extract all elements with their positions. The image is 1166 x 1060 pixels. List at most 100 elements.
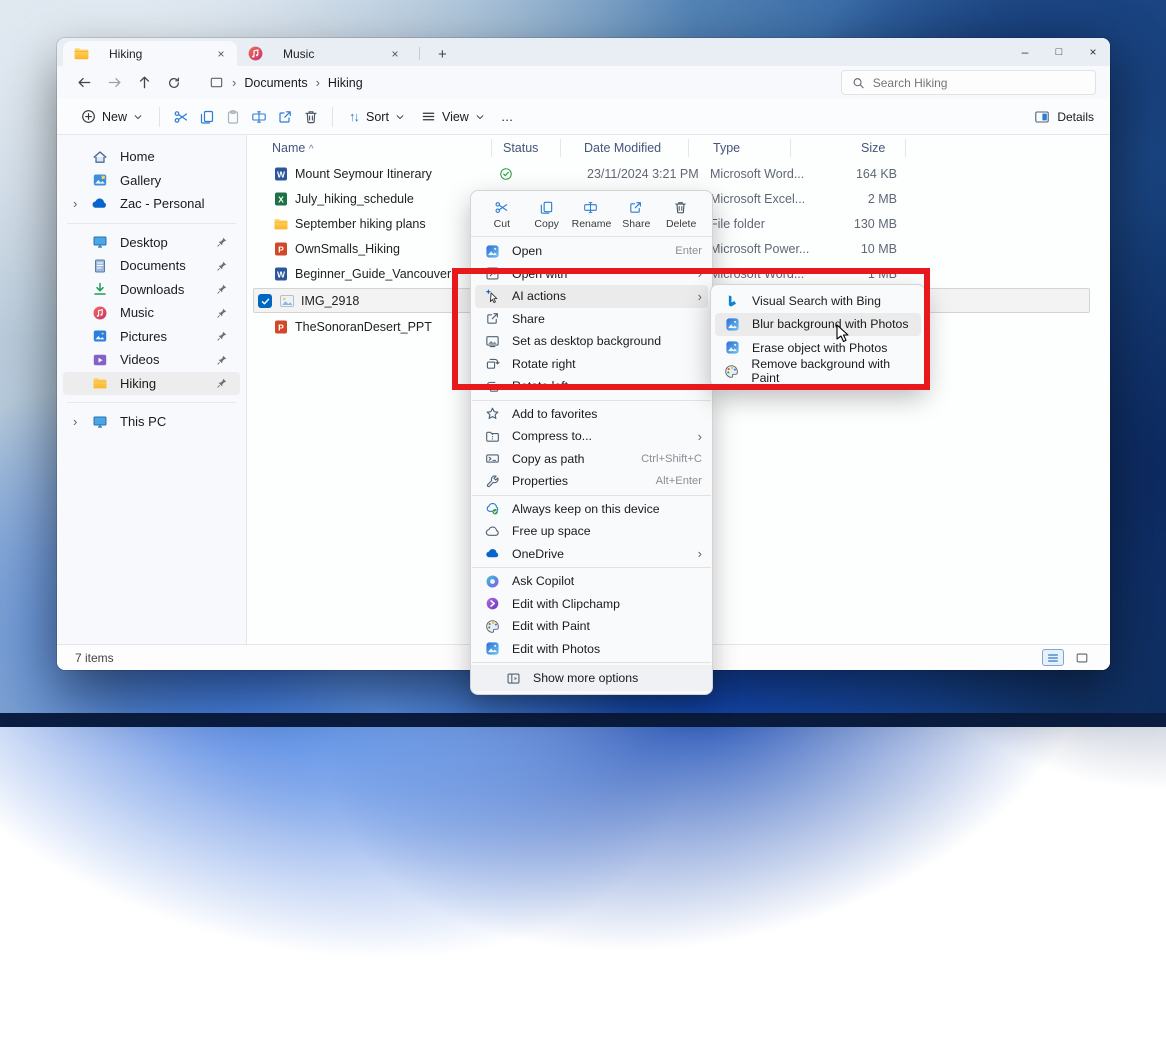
column-header-name[interactable]: Name ^: [272, 141, 314, 155]
sidebar-item-this-pc[interactable]: › This PC: [63, 410, 240, 434]
menu-item-edit-with-paint[interactable]: Edit with Paint: [475, 615, 708, 638]
menu-item-properties[interactable]: PropertiesAlt+Enter: [475, 470, 708, 493]
breadcrumb[interactable]: › Documents › Hiking: [199, 70, 837, 95]
thumbnail-view-button[interactable]: [1072, 649, 1092, 666]
toolbar-divider: [332, 107, 333, 127]
up-button[interactable]: [131, 71, 157, 95]
this-pc-icon: [91, 413, 108, 430]
photos-icon: [484, 243, 500, 259]
column-separator[interactable]: [688, 139, 689, 157]
maximize-button[interactable]: □: [1042, 38, 1076, 66]
checkbox-checked[interactable]: [258, 294, 272, 308]
cut-action[interactable]: Cut: [482, 200, 522, 230]
cut-button[interactable]: [168, 103, 194, 131]
menu-item-open[interactable]: OpenEnter: [475, 240, 708, 263]
submenu-chevron-icon: ›: [698, 429, 702, 444]
menu-item-edit-with-clipchamp[interactable]: Edit with Clipchamp: [475, 593, 708, 616]
copy-button[interactable]: [194, 103, 220, 131]
menu-separator: [472, 400, 711, 401]
address-bar: › Documents › Hiking: [57, 66, 1110, 99]
word-file-icon: [273, 166, 289, 182]
new-button[interactable]: New: [73, 103, 151, 131]
menu-item-always-keep-on-device[interactable]: Always keep on this device: [475, 498, 708, 521]
more-options-button[interactable]: …: [493, 103, 522, 131]
plus-circle-icon: [81, 109, 96, 124]
synced-status-icon: [499, 167, 513, 181]
sidebar-item-onedrive-personal[interactable]: › Zac - Personal: [63, 192, 240, 216]
sidebar-item-home[interactable]: Home: [63, 145, 240, 169]
tab-hiking[interactable]: Hiking ×: [63, 41, 237, 66]
sidebar-item-downloads[interactable]: Downloads: [63, 278, 240, 302]
search-box[interactable]: [841, 70, 1096, 95]
share-button[interactable]: [272, 103, 298, 131]
sort-button[interactable]: ↑↓ Sort: [341, 103, 413, 131]
sidebar-item-gallery[interactable]: Gallery: [63, 169, 240, 193]
close-tab-icon[interactable]: ×: [387, 46, 403, 62]
pin-icon: [216, 377, 228, 389]
column-separator[interactable]: [790, 139, 791, 157]
copy-action[interactable]: Copy: [527, 200, 567, 230]
sidebar-item-documents[interactable]: Documents: [63, 254, 240, 278]
column-header-date[interactable]: Date Modified: [584, 141, 661, 155]
breadcrumb-documents[interactable]: Documents: [244, 76, 307, 90]
column-header-type[interactable]: Type: [713, 141, 740, 155]
sort-arrows-icon: ↑↓: [349, 109, 358, 124]
close-button[interactable]: ×: [1076, 38, 1110, 66]
details-pane-icon: [1034, 109, 1050, 125]
wrench-icon: [484, 473, 500, 489]
menu-item-onedrive[interactable]: OneDrive›: [475, 543, 708, 566]
quick-actions-bar: Cut Copy Rename Share Delete: [471, 191, 712, 237]
sidebar-item-music[interactable]: Music: [63, 301, 240, 325]
file-row-mount-seymour[interactable]: Mount Seymour Itinerary 23/11/2024 3:21 …: [247, 162, 1110, 187]
pin-icon: [216, 307, 228, 319]
column-separator[interactable]: [560, 139, 561, 157]
trash-icon: [673, 200, 689, 216]
refresh-button[interactable]: [161, 71, 187, 95]
context-menu: Cut Copy Rename Share Delete OpenEnter O…: [470, 190, 713, 695]
menu-item-copy-as-path[interactable]: Copy as pathCtrl+Shift+C: [475, 448, 708, 471]
compress-icon: [484, 428, 500, 444]
list-lines-icon: [421, 109, 436, 124]
details-view-button[interactable]: [1042, 649, 1064, 666]
menu-item-add-to-favorites[interactable]: Add to favorites: [475, 403, 708, 426]
delete-button[interactable]: [298, 103, 324, 131]
menu-item-free-up-space[interactable]: Free up space: [475, 520, 708, 543]
minimize-button[interactable]: –: [1008, 38, 1042, 66]
forward-button[interactable]: [101, 71, 127, 95]
delete-action[interactable]: Delete: [661, 200, 701, 230]
close-tab-icon[interactable]: ×: [213, 46, 229, 62]
paste-button[interactable]: [220, 103, 246, 131]
sidebar-item-pictures[interactable]: Pictures: [63, 325, 240, 349]
search-input[interactable]: [873, 76, 1085, 90]
column-header-size[interactable]: Size: [861, 141, 885, 155]
share-action[interactable]: Share: [616, 200, 656, 230]
menu-item-compress-to[interactable]: Compress to...›: [475, 425, 708, 448]
sidebar-item-videos[interactable]: Videos: [63, 348, 240, 372]
column-header-status[interactable]: Status: [503, 141, 538, 155]
star-icon: [484, 406, 500, 422]
sidebar-item-desktop[interactable]: Desktop: [63, 231, 240, 255]
view-button[interactable]: View: [413, 103, 493, 131]
clipchamp-icon: [484, 596, 500, 612]
image-file-icon: [279, 293, 295, 309]
expand-chevron-icon[interactable]: ›: [73, 414, 77, 429]
column-separator[interactable]: [491, 139, 492, 157]
photos-icon: [484, 641, 500, 657]
view-toggle-buttons: [1042, 649, 1092, 666]
expand-chevron-icon[interactable]: ›: [73, 196, 77, 211]
breadcrumb-hiking[interactable]: Hiking: [328, 76, 363, 90]
tab-music[interactable]: Music ×: [237, 41, 411, 66]
back-button[interactable]: [71, 71, 97, 95]
menu-item-ask-copilot[interactable]: Ask Copilot: [475, 570, 708, 593]
menu-item-edit-with-photos[interactable]: Edit with Photos: [475, 638, 708, 661]
rename-action[interactable]: Rename: [571, 200, 611, 230]
chevron-down-icon: [475, 112, 485, 122]
column-separator[interactable]: [905, 139, 906, 157]
menu-item-show-more-options[interactable]: Show more options: [471, 665, 712, 691]
sidebar-item-hiking[interactable]: Hiking: [63, 372, 240, 396]
tab-label: Music: [283, 47, 380, 61]
new-tab-button[interactable]: +: [432, 46, 453, 66]
details-pane-button[interactable]: Details: [1034, 109, 1094, 125]
rename-button[interactable]: [246, 103, 272, 131]
navigation-pane: Home Gallery › Zac - Personal Desktop Do…: [57, 135, 247, 644]
